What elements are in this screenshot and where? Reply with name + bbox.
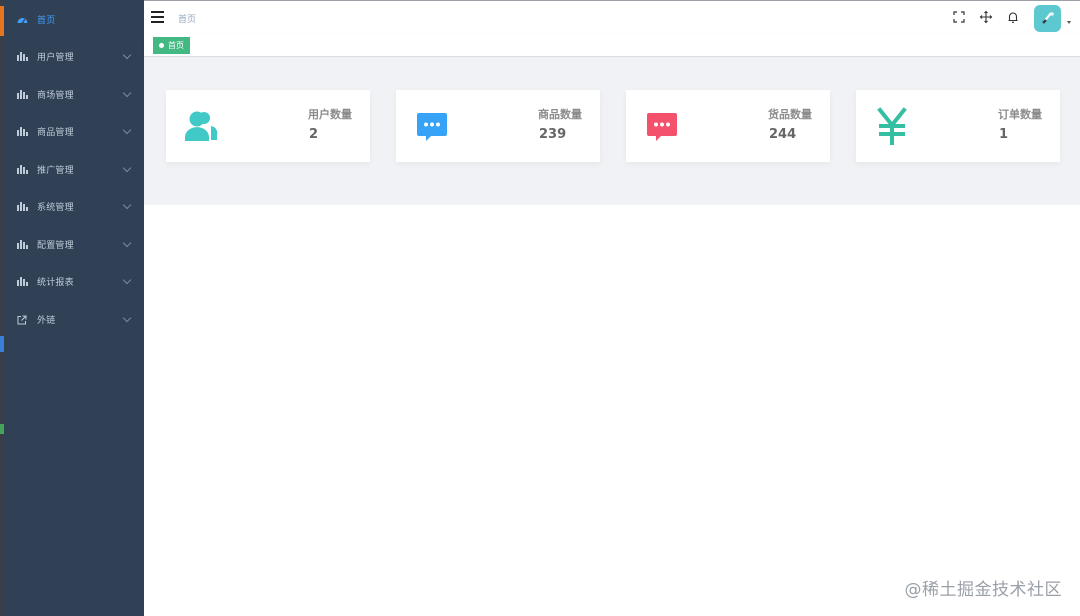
yuan-icon: [872, 106, 912, 146]
sidebar: 首页 用户管理 商场管理 商品管理 推广管理 系统管理 配置管理 统计报表 外链: [4, 0, 144, 616]
sidebar-item-external-link[interactable]: 外链: [4, 301, 144, 338]
sidebar-item-label: 统计报表: [37, 278, 74, 288]
message-icon: [642, 106, 682, 146]
watermark: @稀土掘金技术社区: [904, 580, 1062, 600]
stat-value: 239: [539, 127, 567, 142]
sidebar-item-statistics-report[interactable]: 统计报表: [4, 263, 144, 300]
sidebar-item-promotion-management[interactable]: 推广管理: [4, 151, 144, 188]
active-dot-icon: [159, 43, 164, 48]
stat-label: 用户数量: [308, 108, 352, 121]
dashboard-icon: [16, 14, 28, 26]
breadcrumb[interactable]: 首页: [178, 12, 196, 25]
chevron-down-icon: [122, 125, 132, 135]
chevron-down-icon: [122, 313, 132, 323]
stat-card-products[interactable]: 货品数量 244: [626, 90, 830, 162]
stat-label: 商品数量: [538, 108, 582, 121]
bell-icon[interactable]: [1006, 10, 1020, 24]
sidebar-item-goods-management[interactable]: 商品管理: [4, 113, 144, 150]
tags-view: 首页: [144, 34, 1080, 57]
chart-icon: [16, 276, 28, 288]
sidebar-item-label: 商品管理: [37, 128, 74, 138]
stat-label: 订单数量: [998, 108, 1042, 121]
sidebar-item-home[interactable]: 首页: [4, 1, 144, 38]
stat-label: 货品数量: [768, 108, 812, 121]
chevron-down-icon: [122, 275, 132, 285]
tag-home[interactable]: 首页: [153, 37, 190, 54]
stat-value: 1: [999, 127, 1009, 142]
chevron-down-icon: [122, 200, 132, 210]
chart-icon: [16, 239, 28, 251]
stat-value: 244: [769, 127, 797, 142]
sidebar-item-label: 系统管理: [37, 203, 74, 213]
sidebar-item-label: 用户管理: [37, 53, 74, 63]
message-icon: [412, 106, 452, 146]
dashboard-panel: 用户数量 2 商品数量 239 货品数量 244 订单数量 1: [144, 57, 1080, 205]
navbar: 首页: [144, 0, 1080, 34]
chart-icon: [16, 164, 28, 176]
sidebar-item-config-management[interactable]: 配置管理: [4, 226, 144, 263]
stat-card-orders[interactable]: 订单数量 1: [856, 90, 1060, 162]
sidebar-item-label: 外链: [37, 316, 56, 326]
chevron-down-icon: [122, 238, 132, 248]
tag-label: 首页: [168, 41, 184, 50]
chevron-down-icon: [122, 88, 132, 98]
external-link-icon: [16, 314, 28, 326]
sidebar-item-label: 商场管理: [37, 91, 74, 101]
sidebar-item-label: 配置管理: [37, 241, 74, 251]
chart-icon: [16, 89, 28, 101]
sidebar-item-mall-management[interactable]: 商场管理: [4, 76, 144, 113]
stat-card-goods[interactable]: 商品数量 239: [396, 90, 600, 162]
fullscreen-icon[interactable]: [952, 10, 966, 24]
chevron-down-icon: [122, 163, 132, 173]
stat-card-users[interactable]: 用户数量 2: [166, 90, 370, 162]
sidebar-item-system-management[interactable]: 系统管理: [4, 188, 144, 225]
avatar[interactable]: [1034, 5, 1061, 32]
users-icon: [182, 106, 222, 146]
sidebar-item-label: 首页: [37, 16, 56, 26]
chart-icon: [16, 126, 28, 138]
sidebar-item-user-management[interactable]: 用户管理: [4, 38, 144, 75]
chevron-down-icon: [122, 50, 132, 60]
caret-down-icon[interactable]: [1067, 21, 1071, 24]
chart-icon: [16, 201, 28, 213]
sidebar-item-label: 推广管理: [37, 166, 74, 176]
hamburger-menu-icon[interactable]: [151, 11, 164, 23]
chart-icon: [16, 51, 28, 63]
stat-value: 2: [309, 127, 319, 142]
move-icon[interactable]: [979, 10, 993, 24]
